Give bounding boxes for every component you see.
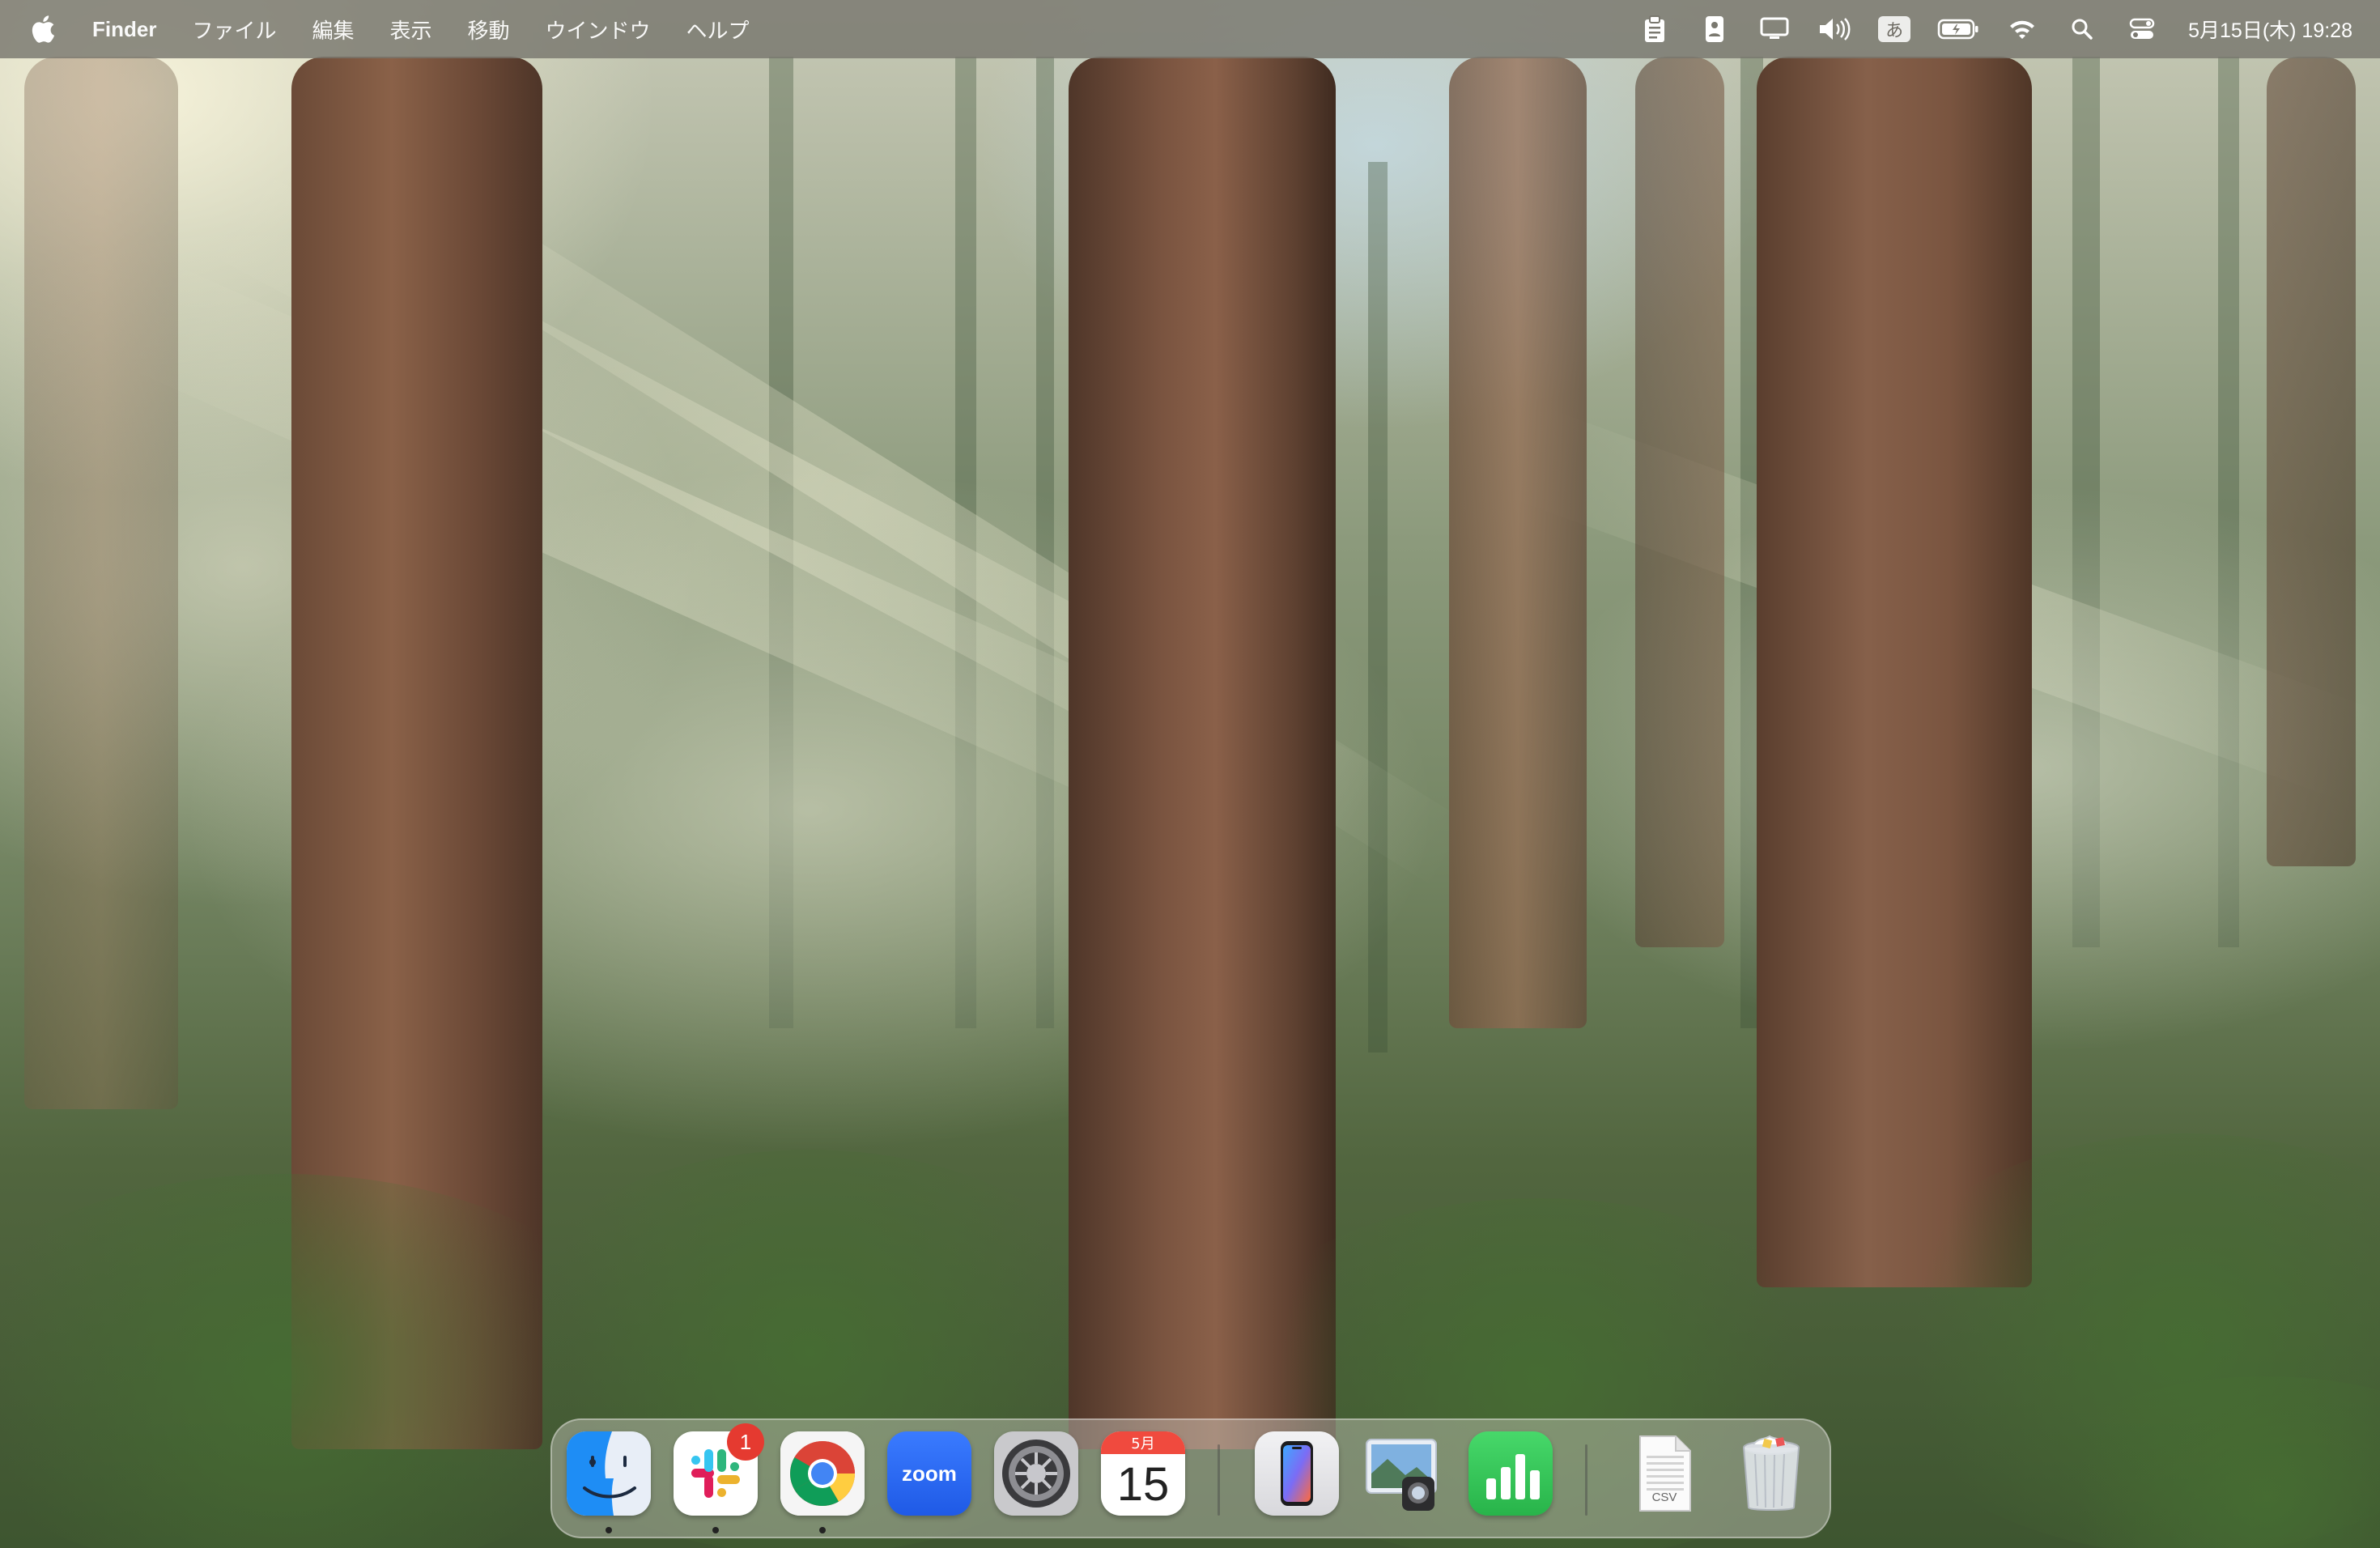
menu-go[interactable]: 移動 bbox=[468, 15, 510, 45]
notification-badge: 1 bbox=[727, 1423, 764, 1461]
dock-item-chrome[interactable] bbox=[780, 1431, 865, 1533]
dock-item-iphone-mirroring[interactable] bbox=[1255, 1431, 1339, 1516]
running-indicator bbox=[712, 1527, 719, 1533]
finder-icon bbox=[567, 1431, 651, 1516]
contact-card-icon[interactable] bbox=[1696, 13, 1733, 45]
calendar-day: 15 bbox=[1116, 1457, 1170, 1511]
dock-item-finder[interactable] bbox=[567, 1431, 651, 1533]
dock-item-trash[interactable] bbox=[1729, 1431, 1813, 1516]
clipboard-icon[interactable] bbox=[1636, 13, 1673, 45]
volume-icon[interactable] bbox=[1816, 13, 1853, 45]
csv-label: CSV bbox=[1651, 1491, 1677, 1504]
dock-item-zoom[interactable]: zoom bbox=[887, 1431, 971, 1516]
dock-item-csv-stack[interactable]: CSV bbox=[1622, 1431, 1706, 1516]
desktop-wallpaper bbox=[0, 0, 2380, 1548]
running-indicator bbox=[819, 1527, 826, 1533]
calendar-month: 5月 bbox=[1101, 1431, 1185, 1454]
battery-icon[interactable] bbox=[1936, 13, 1981, 45]
dock-item-calendar[interactable]: 5月 15 bbox=[1101, 1431, 1185, 1516]
running-indicator bbox=[606, 1527, 612, 1533]
dock-separator bbox=[1218, 1444, 1220, 1516]
apple-logo-icon[interactable] bbox=[28, 13, 58, 45]
menu-app-finder[interactable]: Finder bbox=[92, 17, 156, 42]
input-method-label: あ bbox=[1878, 16, 1911, 42]
dock-item-preview[interactable] bbox=[1362, 1431, 1446, 1516]
system-settings-icon bbox=[994, 1431, 1078, 1516]
dock: 1 zoom 5月 15 CSV bbox=[550, 1418, 1831, 1538]
menu-window[interactable]: ウインドウ bbox=[546, 15, 651, 45]
chrome-icon bbox=[780, 1431, 865, 1516]
trash-icon bbox=[1729, 1431, 1813, 1516]
menu-edit[interactable]: 編集 bbox=[312, 15, 354, 45]
spotlight-icon[interactable] bbox=[2063, 13, 2101, 45]
wifi-icon[interactable] bbox=[2004, 13, 2041, 45]
iphone-mirroring-icon bbox=[1255, 1431, 1339, 1516]
dock-item-system-settings[interactable] bbox=[994, 1431, 1078, 1516]
menu-file[interactable]: ファイル bbox=[192, 15, 276, 45]
dock-item-numbers[interactable] bbox=[1468, 1431, 1553, 1516]
input-method-icon[interactable]: あ bbox=[1876, 13, 1913, 45]
menu-view[interactable]: 表示 bbox=[389, 15, 431, 45]
zoom-icon: zoom bbox=[887, 1431, 971, 1516]
menu-bar: Finder ファイル 編集 表示 移動 ウインドウ ヘルプ あ 5月15日(木… bbox=[0, 0, 2380, 58]
preview-icon bbox=[1362, 1431, 1446, 1516]
dock-item-slack[interactable]: 1 bbox=[674, 1423, 764, 1533]
dock-separator bbox=[1585, 1444, 1587, 1516]
calendar-icon: 5月 15 bbox=[1101, 1431, 1185, 1516]
menu-help[interactable]: ヘルプ bbox=[686, 15, 750, 45]
control-center-icon[interactable] bbox=[2123, 13, 2161, 45]
menu-bar-clock[interactable]: 5月15日(木) 19:28 bbox=[2188, 15, 2352, 44]
csv-document-icon: CSV bbox=[1622, 1431, 1706, 1516]
numbers-icon bbox=[1468, 1431, 1553, 1516]
zoom-label: zoom bbox=[902, 1461, 957, 1486]
display-icon[interactable] bbox=[1756, 13, 1793, 45]
